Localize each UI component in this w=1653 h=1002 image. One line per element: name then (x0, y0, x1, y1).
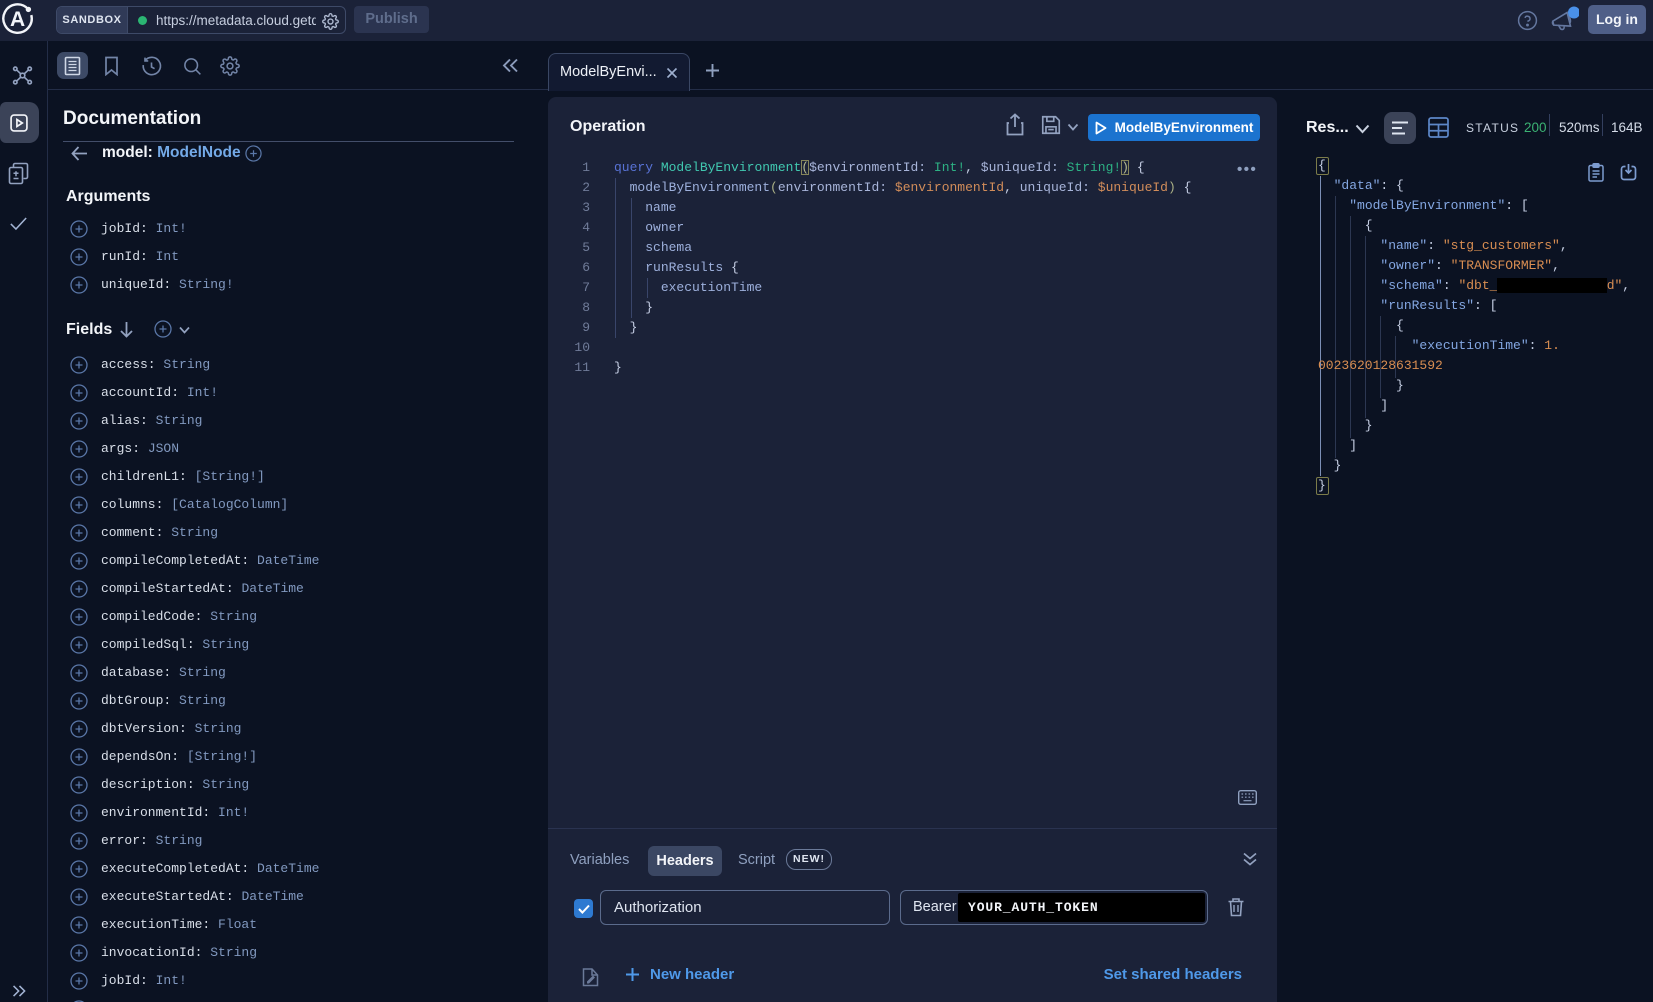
svg-text:A: A (10, 8, 25, 31)
